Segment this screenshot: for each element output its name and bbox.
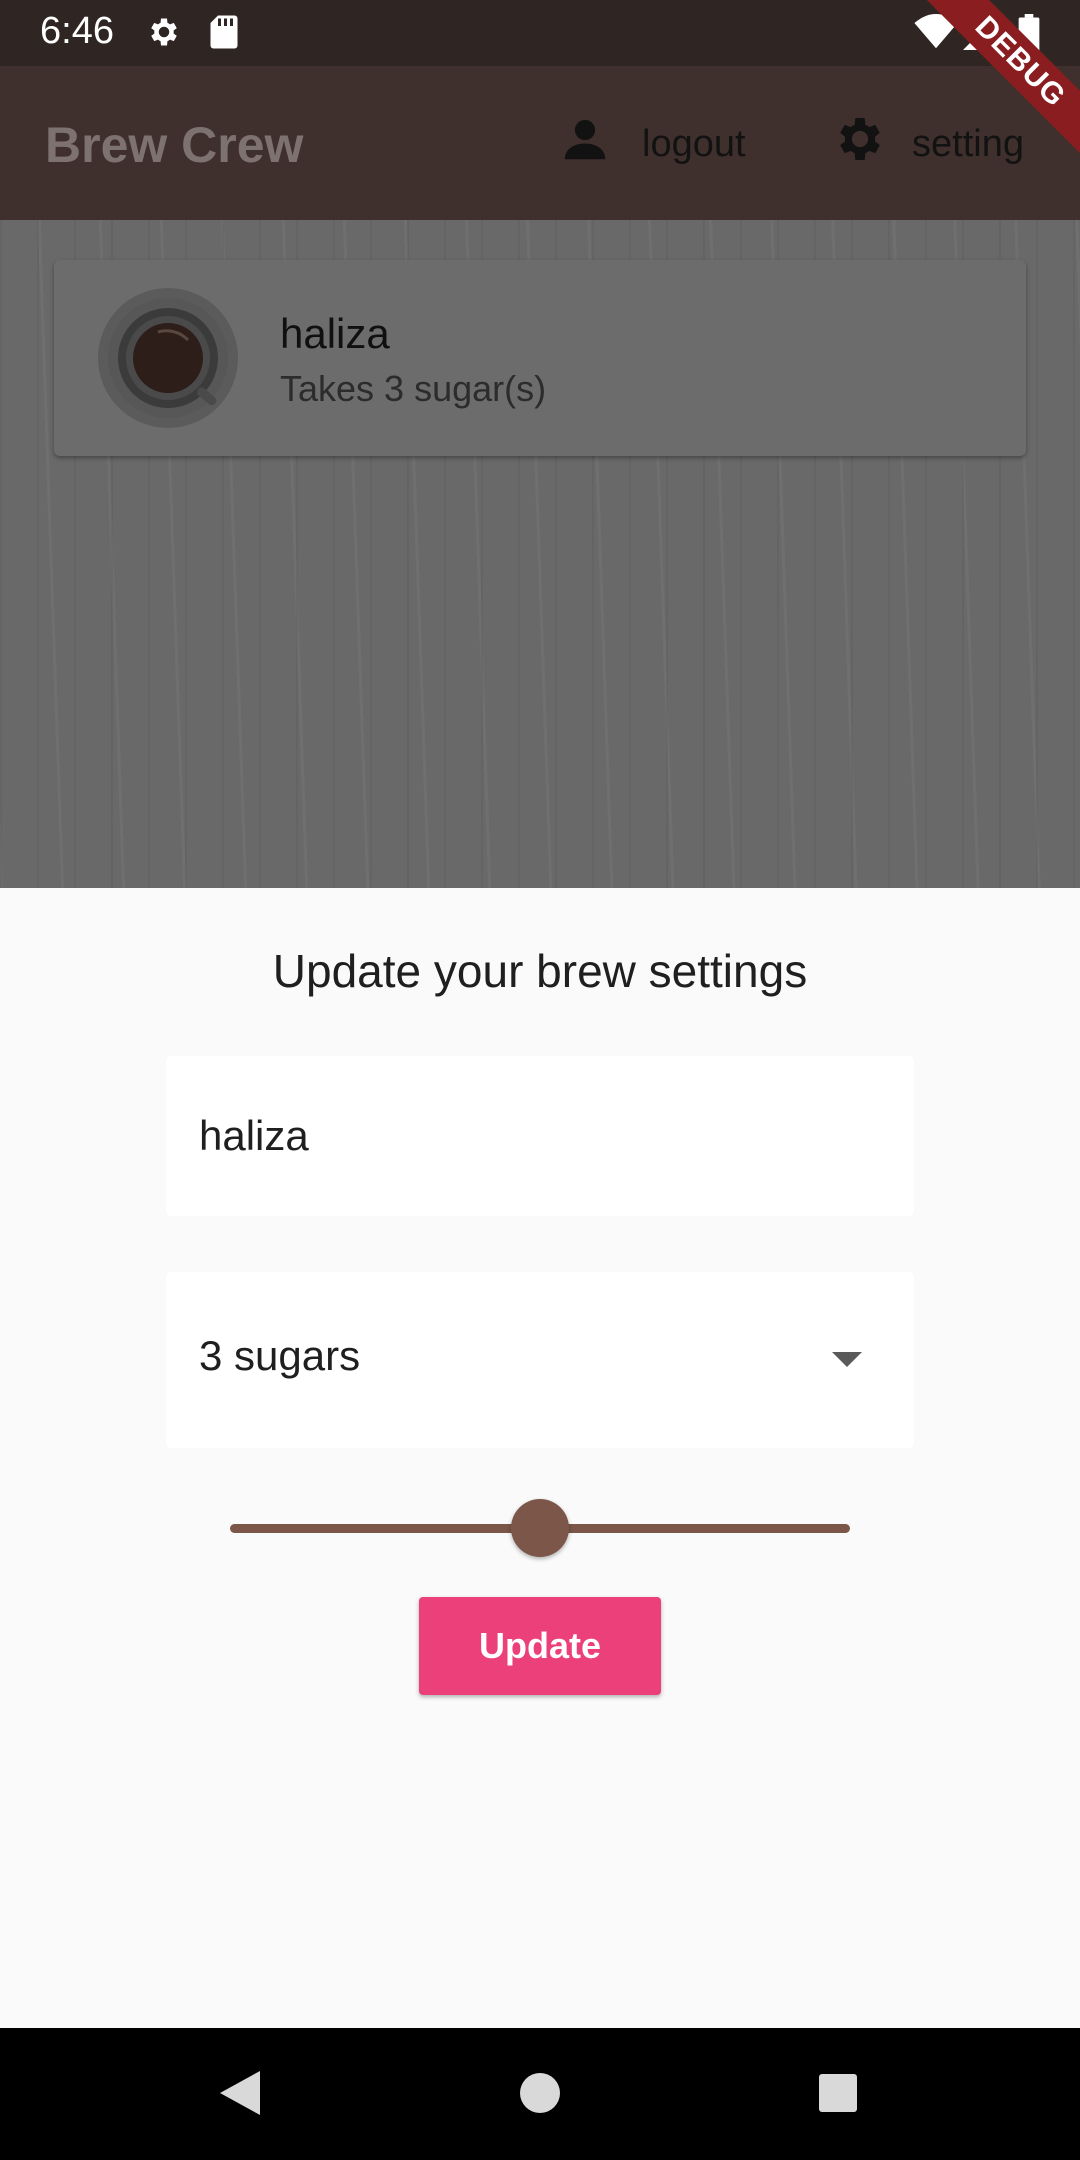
app-bar: Brew Crew logout setting (0, 66, 1080, 220)
status-time: 6:46 (40, 10, 114, 52)
person-icon (558, 112, 612, 176)
back-icon[interactable] (216, 2068, 262, 2123)
settings-label: setting (912, 122, 1024, 165)
settings-sheet: Update your brew settings 3 sugars Updat… (0, 888, 1080, 2028)
brew-list: haliza Takes 3 sugar(s) (0, 220, 1080, 888)
app-title: Brew Crew (45, 117, 304, 173)
logout-label: logout (642, 122, 746, 165)
list-item[interactable]: haliza Takes 3 sugar(s) (54, 260, 1026, 456)
nav-bar (0, 2028, 1080, 2160)
brew-name: haliza (280, 310, 390, 357)
sugar-value: 3 sugars (199, 1332, 361, 1379)
avatar (98, 288, 238, 428)
strength-slider[interactable] (230, 1498, 850, 1558)
name-input[interactable] (166, 1056, 914, 1216)
brew-sugar-text: Takes 3 sugar(s) (280, 368, 547, 409)
gear-icon (832, 111, 888, 177)
update-button[interactable]: Update (419, 1597, 661, 1695)
settings-button[interactable]: setting (832, 114, 1024, 174)
slider-thumb[interactable] (511, 1499, 569, 1557)
sd-card-icon (208, 14, 240, 55)
settings-icon (146, 14, 182, 55)
coffee-cup-icon (108, 298, 228, 418)
home-icon[interactable] (518, 2068, 562, 2123)
sheet-title: Update your brew settings (272, 945, 808, 997)
recents-icon[interactable] (816, 2068, 860, 2123)
status-bar: 6:46 (0, 0, 1080, 66)
logout-button[interactable]: logout (558, 114, 746, 174)
name-field[interactable] (166, 1056, 914, 1216)
chevron-down-icon (832, 1352, 862, 1373)
sugar-dropdown[interactable]: 3 sugars (166, 1272, 914, 1448)
